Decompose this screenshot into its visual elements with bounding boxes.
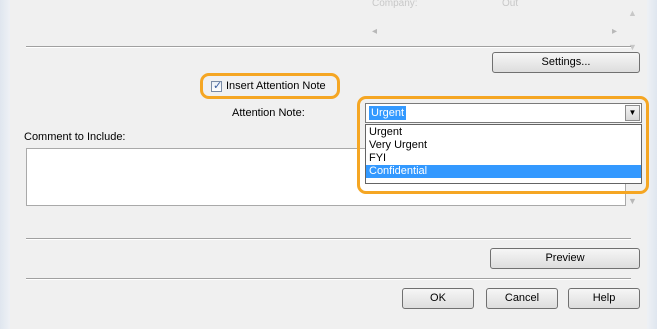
attention-note-options: Urgent Very Urgent FYI Confidential <box>365 124 642 184</box>
scroll-up-icon[interactable]: ▲ <box>628 8 637 18</box>
attention-note-selected-value: Urgent <box>369 106 407 120</box>
divider-top <box>26 46 631 48</box>
insert-attention-note-label[interactable]: Insert Attention Note <box>226 80 326 92</box>
preview-button[interactable]: Preview <box>490 248 640 269</box>
settings-button[interactable]: Settings... <box>492 52 640 73</box>
header-company: Company: <box>372 0 418 9</box>
option-fyi[interactable]: FYI <box>366 152 641 165</box>
help-button[interactable]: Help <box>568 288 640 309</box>
option-urgent[interactable]: Urgent <box>366 126 641 139</box>
attention-note-select[interactable]: Urgent ▼ <box>365 103 642 123</box>
cancel-button[interactable]: Cancel <box>486 288 558 309</box>
scroll-left-icon[interactable]: ◂ <box>372 26 377 37</box>
header-out: Out <box>502 0 519 9</box>
attention-note-label: Attention Note: <box>232 107 305 119</box>
comment-scroll-down-icon[interactable]: ▼ <box>628 196 637 206</box>
divider-middle <box>26 238 631 240</box>
option-confidential[interactable]: Confidential <box>366 165 641 178</box>
divider-bottom <box>26 278 631 280</box>
ok-button[interactable]: OK <box>402 288 474 309</box>
window-left-border <box>0 0 10 329</box>
option-very-urgent[interactable]: Very Urgent <box>366 139 641 152</box>
comment-label: Comment to Include: <box>24 131 126 143</box>
list-header-faded: Company: Out <box>370 0 630 14</box>
insert-attention-note-highlight: ✓ Insert Attention Note <box>200 73 340 99</box>
dialog-window: Company: Out ▲ ◂ ▸ ▼ Settings... ✓ Inser… <box>0 0 657 329</box>
insert-attention-note-checkbox[interactable]: ✓ <box>211 80 223 92</box>
chevron-down-icon[interactable]: ▼ <box>625 105 640 121</box>
scroll-right-icon[interactable]: ▸ <box>612 26 617 37</box>
checkmark-icon: ✓ <box>213 80 223 92</box>
